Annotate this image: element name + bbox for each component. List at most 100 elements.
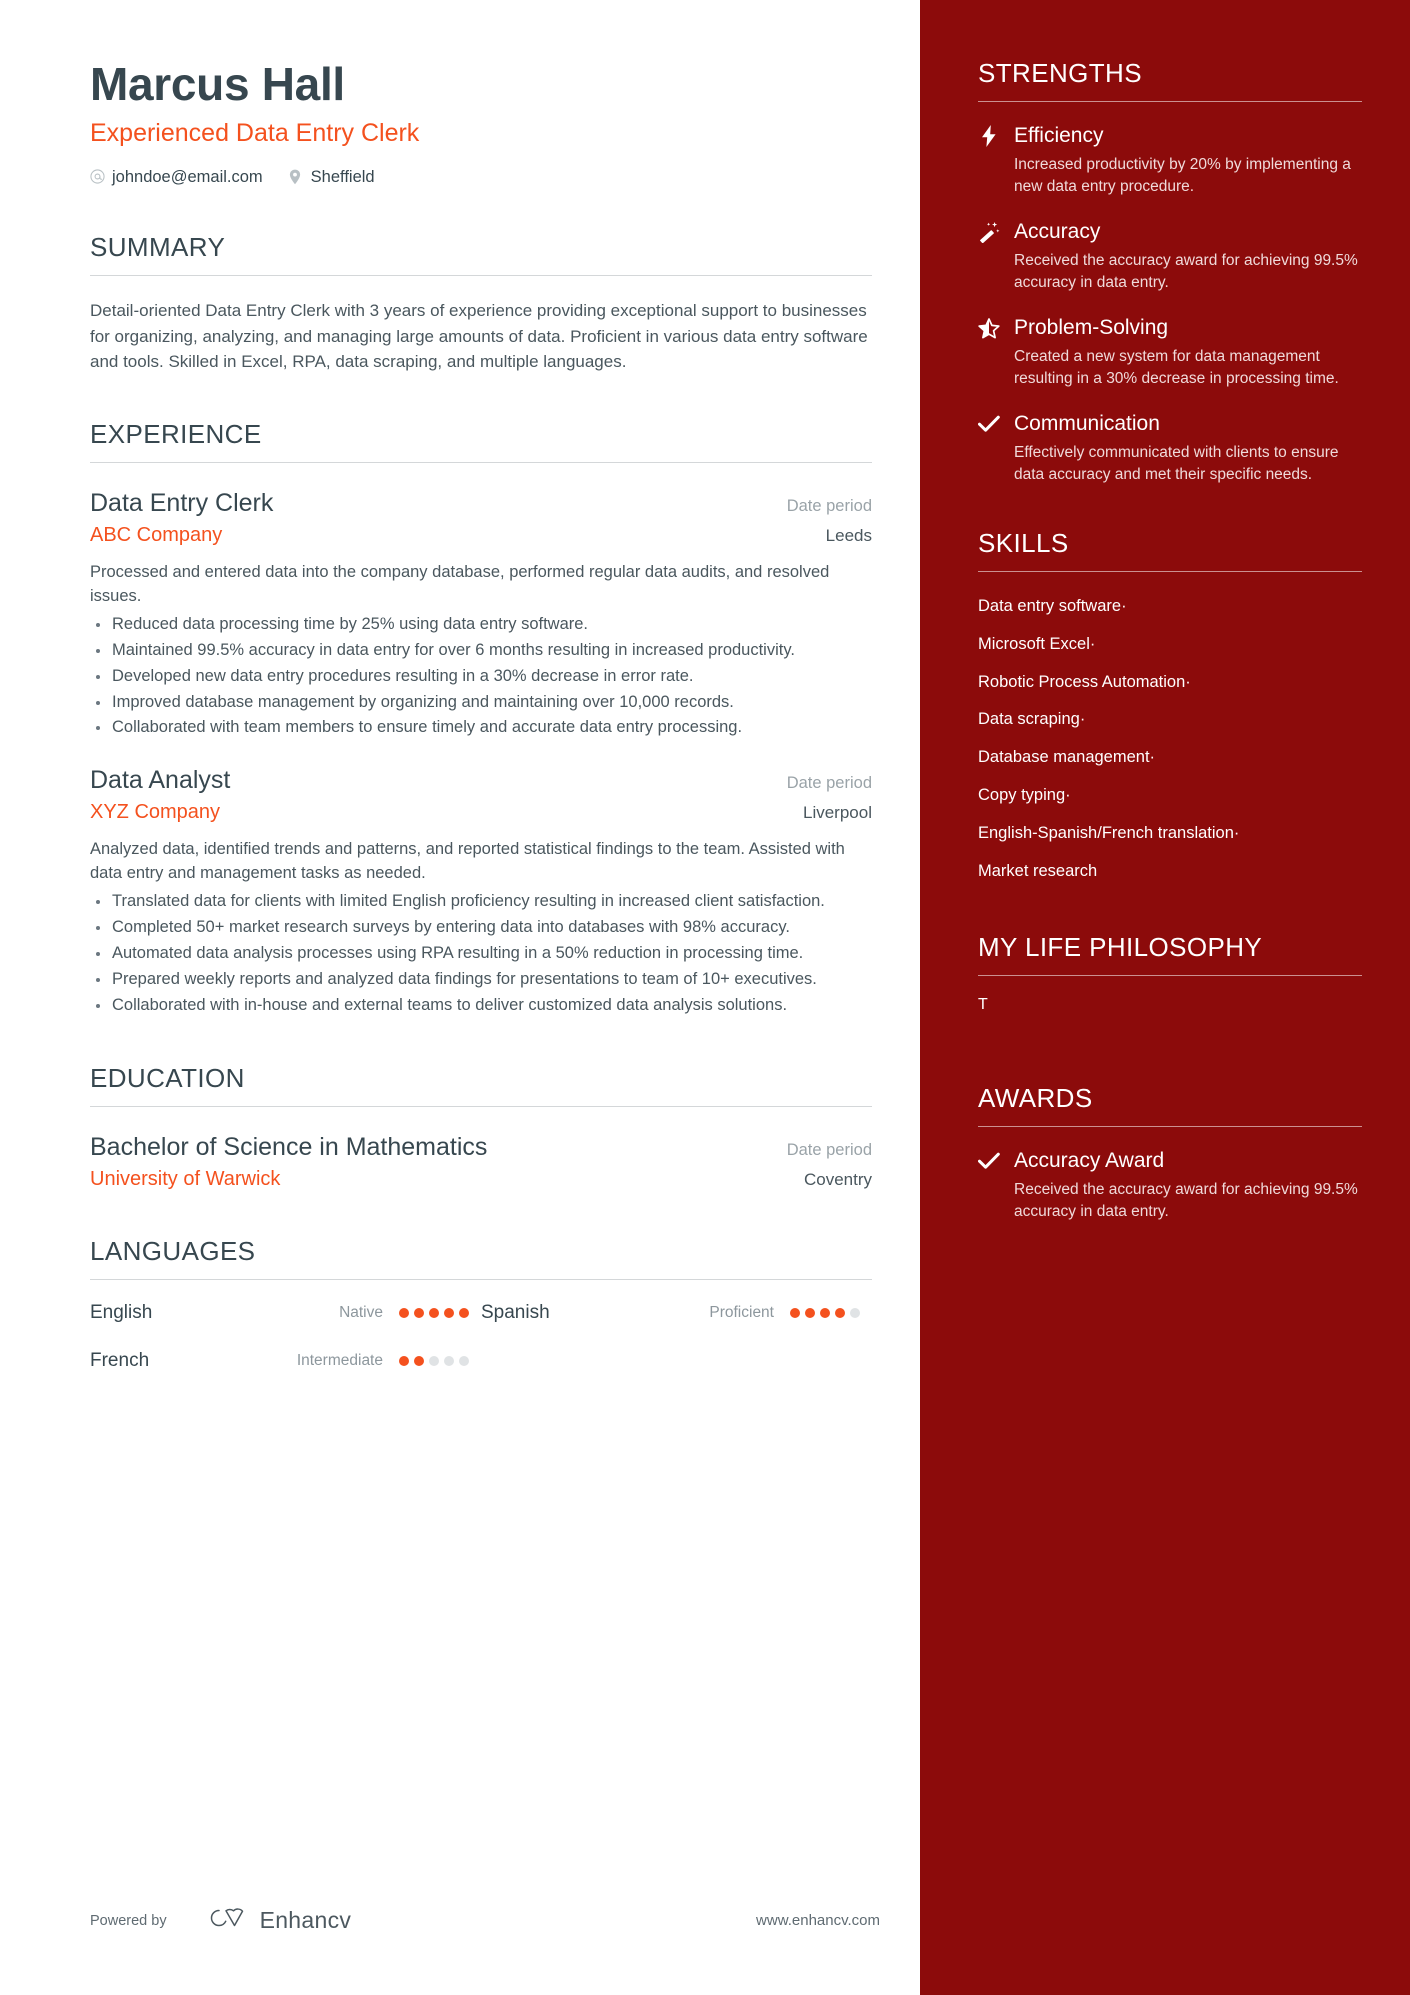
- rating-dot: [429, 1355, 439, 1366]
- skill-item: Robotic Process Automation·: [978, 664, 1362, 702]
- section-title-strengths: STRENGTHS: [978, 58, 1142, 88]
- strength-item: Efficiency Increased productivity by 20%…: [978, 124, 1362, 198]
- contact-email[interactable]: johndoe@email.com: [90, 168, 263, 187]
- strength-name: Problem-Solving: [1014, 316, 1169, 339]
- list-item: Improved database management by organizi…: [90, 691, 872, 715]
- skill-separator: ·: [1149, 748, 1156, 767]
- enhancv-wordmark: Enhancv: [259, 1907, 352, 1933]
- footer-url: www.enhancv.com: [756, 1912, 880, 1929]
- section-title-experience: EXPERIENCE: [90, 418, 262, 449]
- strength-item: Accuracy Received the accuracy award for…: [978, 220, 1362, 294]
- language-name: French: [90, 1349, 150, 1371]
- main-column: Marcus Hall Experienced Data Entry Clerk…: [0, 0, 920, 1995]
- skill-separator: ·: [1121, 597, 1127, 615]
- skill-label: Database management: [978, 748, 1150, 767]
- candidate-job-title: Experienced Data Entry Clerk: [90, 119, 420, 148]
- skill-item: Data entry software·: [978, 588, 1362, 626]
- education-school: University of Warwick: [90, 1167, 281, 1190]
- skill-label: Data entry software: [978, 597, 1122, 615]
- language-item: English Native: [90, 1302, 481, 1324]
- list-item: Automated data analysis processes using …: [90, 942, 872, 966]
- experience-company: ABC Company: [90, 523, 223, 546]
- skill-label: English-Spanish/French translation: [978, 823, 1234, 842]
- strength-description: Effectively communicated with clients to…: [1014, 444, 1339, 483]
- list-item: Completed 50+ market research surveys by…: [90, 916, 872, 940]
- rating-dot: [459, 1307, 469, 1318]
- skill-item: Copy typing·: [978, 777, 1362, 815]
- skill-label: Copy typing: [978, 785, 1066, 804]
- rating-dot: [444, 1355, 454, 1366]
- award-name: Accuracy Award: [1014, 1148, 1165, 1172]
- experience-company: XYZ Company: [90, 801, 221, 824]
- section-title-education: EDUCATION: [90, 1062, 245, 1093]
- experience-bullets: Translated data for clients with limited…: [90, 890, 872, 1018]
- language-level: Intermediate: [296, 1351, 383, 1369]
- candidate-name: Marcus Hall: [90, 58, 345, 110]
- section-divider: [90, 1105, 872, 1107]
- section-divider: [978, 571, 1362, 572]
- section-title-languages: LANGUAGES: [90, 1235, 256, 1266]
- rating-dot: [459, 1355, 469, 1366]
- rating-dot: [414, 1355, 424, 1366]
- section-awards: AWARDS Accuracy Award Received the accur…: [978, 1083, 1362, 1223]
- section-title-skills: SKILLS: [978, 528, 1069, 558]
- resume-header: Marcus Hall Experienced Data Entry Clerk…: [90, 58, 872, 187]
- language-name: English: [90, 1301, 153, 1323]
- list-item: Developed new data entry procedures resu…: [90, 665, 872, 689]
- strength-name: Accuracy: [1014, 220, 1101, 243]
- rating-dot: [444, 1307, 454, 1318]
- section-strengths: STRENGTHS Efficiency Increased productiv…: [978, 58, 1362, 486]
- experience-entry: Data Analyst Date period XYZ Company Liv…: [90, 766, 872, 1017]
- experience-role: Data Analyst: [90, 766, 231, 795]
- rating-dot: [414, 1307, 424, 1318]
- contact-row: johndoe@email.com Sheffield: [90, 168, 872, 187]
- award-description: Received the accuracy award for achievin…: [1014, 1180, 1358, 1220]
- education-date: Date period: [786, 1140, 872, 1159]
- education-degree: Bachelor of Science in Mathematics: [90, 1132, 488, 1161]
- experience-location: Leeds: [825, 525, 872, 545]
- experience-location: Liverpool: [803, 803, 872, 823]
- experience-date: Date period: [786, 774, 872, 793]
- skill-separator: ·: [1065, 785, 1071, 804]
- list-item: Translated data for clients with limited…: [90, 890, 872, 914]
- enhancv-brand: Enhancv: [207, 1906, 352, 1935]
- skill-item: Data scraping·: [978, 701, 1362, 739]
- contact-location: Sheffield: [289, 168, 375, 187]
- enhancv-logo-icon: [207, 1906, 249, 1935]
- language-rating-dots: [399, 1307, 469, 1318]
- experience-date: Date period: [786, 496, 872, 515]
- skills-list: Data entry software· Microsoft Excel· Ro…: [978, 588, 1362, 890]
- section-experience: EXPERIENCE Data Entry Clerk Date period …: [90, 419, 872, 1018]
- list-item: Maintained 99.5% accuracy in data entry …: [90, 639, 872, 663]
- skill-item: Market research: [978, 853, 1362, 891]
- experience-role: Data Entry Clerk: [90, 488, 274, 517]
- checkmark-icon: [978, 1150, 1000, 1172]
- strength-name: Efficiency: [1014, 124, 1104, 147]
- skill-label: Microsoft Excel: [978, 634, 1090, 653]
- strength-description: Received the accuracy award for achievin…: [1014, 252, 1358, 291]
- skill-item: Microsoft Excel·: [978, 626, 1362, 664]
- summary-text: Detail-oriented Data Entry Clerk with 3 …: [90, 301, 868, 371]
- experience-description: Processed and entered data into the comp…: [90, 562, 830, 605]
- languages-grid: English Native Spanish Proficient French…: [90, 1302, 872, 1398]
- contact-location-text: Sheffield: [310, 168, 375, 187]
- rating-dot: [805, 1307, 815, 1318]
- section-divider: [90, 461, 872, 463]
- strength-item: Communication Effectively communicated w…: [978, 412, 1362, 486]
- section-divider: [978, 101, 1362, 102]
- rating-dot: [790, 1307, 800, 1318]
- section-title-philosophy: MY LIFE PHILOSOPHY: [978, 932, 1263, 963]
- sidebar: STRENGTHS Efficiency Increased productiv…: [920, 0, 1410, 1995]
- rating-dot: [429, 1307, 439, 1318]
- education-entry: Bachelor of Science in Mathematics Date …: [90, 1133, 872, 1191]
- list-item: Collaborated with team members to ensure…: [90, 716, 872, 740]
- skill-separator: ·: [1185, 672, 1191, 691]
- rating-dot: [399, 1355, 409, 1366]
- magic-wand-icon: [978, 221, 1000, 243]
- section-philosophy: MY LIFE PHILOSOPHY T: [978, 932, 1362, 1078]
- experience-description: Analyzed data, identified trends and pat…: [90, 840, 845, 883]
- skill-item: English-Spanish/French translation·: [978, 815, 1362, 853]
- lightning-bolt-icon: [978, 125, 1000, 147]
- language-rating-dots: [790, 1307, 860, 1318]
